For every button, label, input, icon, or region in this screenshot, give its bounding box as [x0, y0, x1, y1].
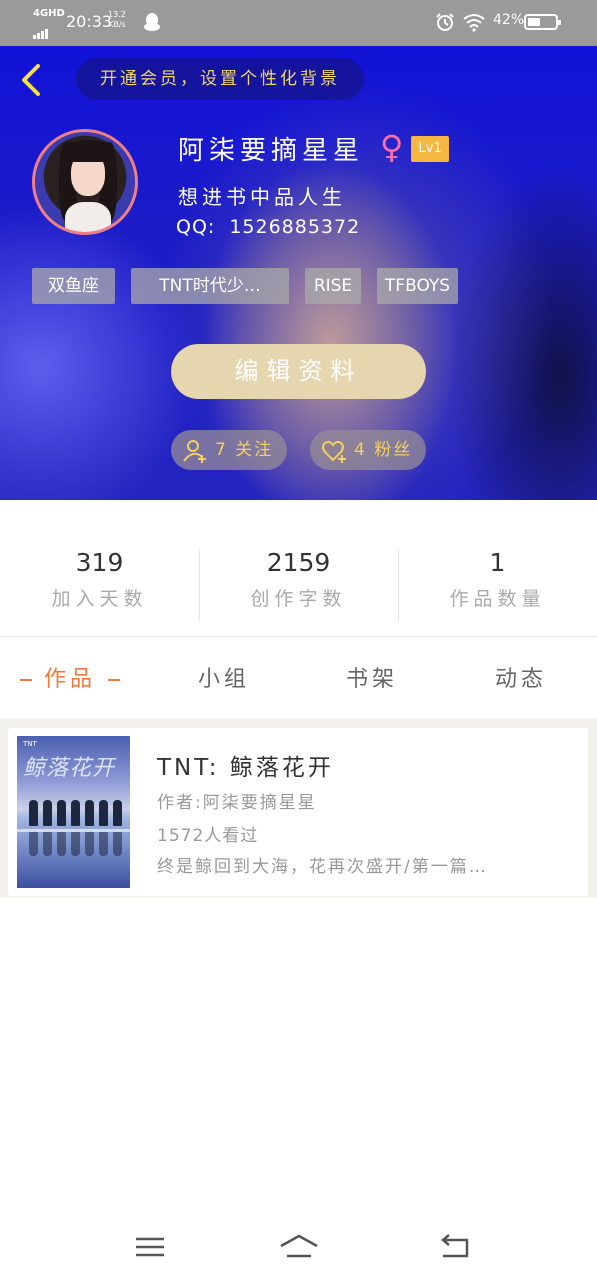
stat-word-count: 2159 创作字数 — [199, 548, 398, 611]
tab-works[interactable]: 作品 — [8, 661, 132, 693]
stat-label: 作品数量 — [449, 588, 546, 610]
cover-title: 鲸落花开 — [23, 756, 116, 781]
tag-item[interactable]: TNT时代少… — [131, 268, 289, 304]
work-author: 作者:阿柒要摘星星 — [157, 793, 317, 813]
back-icon[interactable] — [435, 1232, 475, 1262]
female-icon: ♀ — [380, 128, 404, 166]
level-badge: Lv1 — [411, 136, 449, 162]
alarm-icon — [436, 13, 454, 31]
tab-groups[interactable]: 小组 — [198, 661, 250, 693]
work-views: 1572人看过 — [157, 826, 259, 846]
cover-brand: TNT — [23, 740, 37, 748]
user-add-icon — [183, 440, 206, 463]
works-list: TNT 鲸落花开 TNT: 鲸落花开 作者:阿柒要摘星星 1572人看过 终是鲸… — [0, 719, 597, 897]
network-type: 4GHD — [33, 8, 65, 19]
tab-activity[interactable]: 动态 — [495, 661, 547, 693]
tag-item[interactable]: RISE — [305, 268, 361, 304]
work-card[interactable]: TNT 鲸落花开 TNT: 鲸落花开 作者:阿柒要摘星星 1572人看过 终是鲸… — [8, 728, 588, 896]
tag-item[interactable]: 双鱼座 — [32, 268, 115, 304]
book-cover[interactable]: TNT 鲸落花开 — [17, 736, 130, 888]
tag-item[interactable]: TFBOYS — [377, 268, 458, 304]
following-button[interactable]: 7 关注 — [171, 430, 287, 470]
heart-icon — [322, 440, 346, 463]
tab-bookshelf[interactable]: 书架 — [346, 661, 398, 693]
fans-button[interactable]: 4 粉丝 — [310, 430, 426, 470]
username: 阿柒要摘星星 — [178, 136, 365, 166]
status-bar: 4GHD 20:33 13.2 KB/s 42% — [0, 0, 597, 46]
work-title: TNT: 鲸落花开 — [157, 755, 334, 781]
home-icon[interactable] — [279, 1232, 319, 1262]
stat-label: 加入天数 — [51, 588, 148, 610]
vip-promo-button[interactable]: 开通会员，设置个性化背景 — [76, 58, 364, 100]
battery-percent: 42% — [493, 12, 525, 28]
status-time: 20:33 — [66, 12, 113, 31]
qq-label: QQ: — [176, 216, 216, 238]
back-button[interactable] — [14, 60, 48, 100]
qq-icon — [144, 13, 160, 31]
tab-label: 作品 — [44, 667, 97, 692]
edit-profile-button[interactable]: 编辑资料 — [171, 344, 426, 399]
qq-number: 1526885372 — [229, 216, 361, 238]
stat-value: 1 — [489, 548, 506, 577]
system-nav-bar — [0, 1210, 597, 1280]
stat-join-days: 319 加入天数 — [0, 548, 199, 611]
profile-tabs: 作品 小组 书架 动态 — [0, 637, 597, 719]
stat-value: 2159 — [266, 548, 331, 577]
tab-label: 动态 — [495, 667, 548, 692]
wifi-icon — [463, 14, 485, 32]
tab-label: 小组 — [198, 667, 251, 692]
stat-value: 319 — [75, 548, 124, 577]
network-speed-unit: KB/s — [108, 20, 126, 29]
battery-icon — [524, 14, 561, 30]
stats-row: 319 加入天数 2159 创作字数 1 作品数量 — [0, 500, 597, 637]
tab-label: 书架 — [346, 667, 399, 692]
signature: 想进书中品人生 — [178, 185, 346, 209]
avatar[interactable] — [32, 129, 138, 235]
network-speed-value: 13.2 — [108, 10, 126, 19]
stat-works-count: 1 作品数量 — [398, 548, 597, 611]
qq-line: QQ: 1526885372 — [176, 216, 360, 238]
profile-header: 开通会员，设置个性化背景 阿柒要摘星星 ♀ Lv1 想进书中品人生 QQ: 152… — [0, 46, 597, 500]
network-speed: 13.2 KB/s — [108, 10, 126, 30]
signal-icon — [33, 21, 49, 39]
menu-icon[interactable] — [130, 1232, 170, 1262]
following-count: 7 关注 — [215, 440, 274, 460]
stat-label: 创作字数 — [250, 588, 347, 610]
work-description: 终是鲸回到大海，花再次盛开/第一篇… — [157, 857, 488, 877]
fans-count: 4 粉丝 — [354, 440, 413, 460]
